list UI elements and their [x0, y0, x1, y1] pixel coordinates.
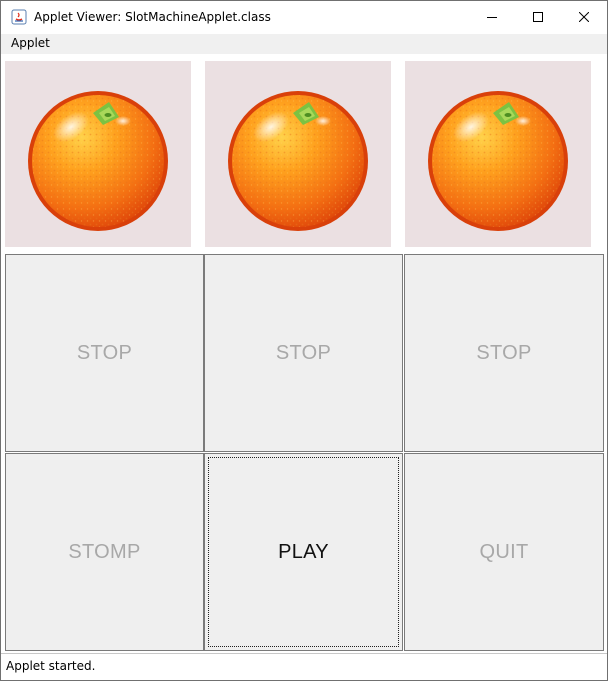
close-button[interactable] [561, 1, 607, 34]
maximize-button[interactable] [515, 1, 561, 34]
applet-viewer-window: Applet Viewer: SlotMachineApplet.class A… [0, 0, 608, 681]
quit-button[interactable]: QUIT [404, 453, 604, 651]
stop-button-3[interactable]: STOP [404, 254, 604, 452]
window-title: Applet Viewer: SlotMachineApplet.class [34, 10, 271, 24]
java-icon [11, 9, 27, 25]
close-icon [579, 12, 589, 22]
orange-icon [228, 91, 368, 231]
menu-applet[interactable]: Applet [11, 36, 50, 50]
minimize-button[interactable] [469, 1, 515, 34]
stop-button-2[interactable]: STOP [204, 254, 403, 452]
stomp-button[interactable]: STOMP [5, 453, 204, 651]
reel-3 [405, 61, 591, 247]
stomp-button-label: STOMP [68, 540, 141, 563]
play-button[interactable]: PLAY [204, 453, 403, 651]
play-button-label: PLAY [278, 540, 329, 563]
menu-bar: Applet [1, 34, 607, 54]
minimize-icon [487, 17, 497, 18]
reel-1 [5, 61, 191, 247]
quit-button-label: QUIT [479, 540, 529, 563]
stop-button-1[interactable]: STOP [5, 254, 204, 452]
slot-machine-panel: STOP STOP STOP STOMP PLAY QUIT [1, 54, 607, 653]
reel-2 [205, 61, 391, 247]
stop-button-1-label: STOP [76, 341, 133, 364]
orange-icon [28, 91, 168, 231]
title-bar[interactable]: Applet Viewer: SlotMachineApplet.class [1, 1, 607, 34]
orange-icon [428, 91, 568, 231]
stop-button-3-label: STOP [476, 341, 532, 364]
stop-button-2-label: STOP [275, 341, 332, 364]
maximize-icon [533, 12, 543, 22]
status-text: Applet started. [6, 659, 96, 673]
status-bar: Applet started. [1, 653, 607, 680]
